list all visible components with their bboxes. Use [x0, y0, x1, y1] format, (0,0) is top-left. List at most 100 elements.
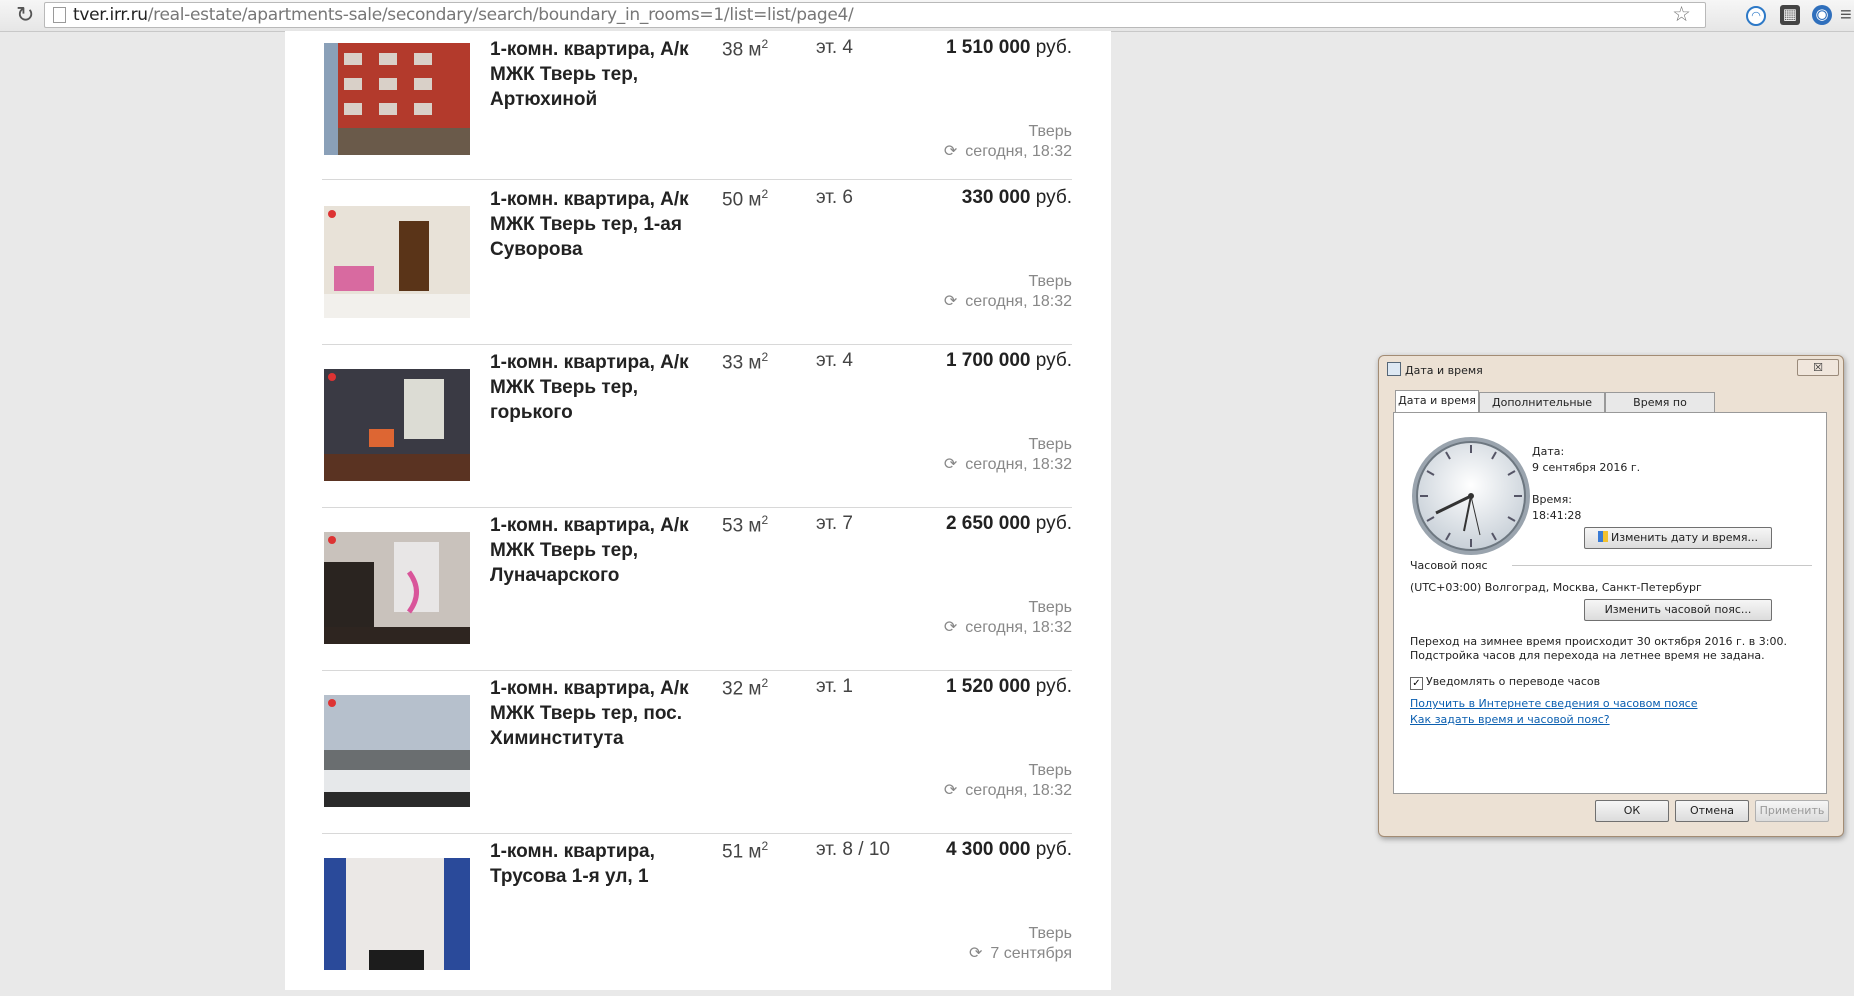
area-value: 38 м — [722, 39, 762, 61]
area-unit-sup: 2 — [761, 37, 769, 51]
area-value: 53 м — [722, 515, 762, 537]
price-value: 1 700 000 — [945, 350, 1031, 371]
extension-icon[interactable]: ◉ — [1812, 5, 1832, 25]
listing-item[interactable]: 1-комн. квартира, А/к МЖК Тверь тер, Лун… — [322, 507, 1072, 671]
change-datetime-label: Изменить дату и время... — [1611, 531, 1758, 544]
area-unit-sup: 2 — [761, 350, 769, 364]
notify-checkbox-label[interactable]: Уведомлять о переводе часов — [1426, 675, 1600, 688]
date-value: 7 сентября — [990, 945, 1072, 962]
dialog-title: Дата и время — [1387, 362, 1483, 377]
extension-icon[interactable]: ▦ — [1780, 5, 1800, 25]
listing-area: 33 м2 — [722, 350, 768, 374]
time-label: Время: — [1532, 493, 1572, 506]
tab-internet-time[interactable]: Время по Интернету — [1605, 392, 1715, 428]
refresh-icon: ⟳ — [968, 945, 983, 962]
listing-area: 38 м2 — [722, 37, 768, 61]
listing-date: ⟳ сегодня, 18:32 — [944, 617, 1072, 637]
listing-floor: эт. 4 — [816, 37, 853, 58]
reload-icon[interactable]: ↻ — [16, 3, 34, 28]
listing-area: 51 м2 — [722, 839, 768, 863]
tab-panel: Дата: 9 сентября 2016 г. Время: 18:41:28… — [1393, 412, 1827, 794]
price-value: 2 650 000 — [945, 513, 1031, 534]
listing-photo[interactable] — [324, 695, 470, 807]
listing-city: Тверь — [1028, 436, 1072, 453]
uac-shield-icon — [1598, 531, 1609, 542]
listing-floor: эт. 6 — [816, 187, 853, 208]
listing-title[interactable]: 1-комн. квартира, А/к МЖК Тверь тер, 1-а… — [490, 187, 700, 262]
browser-toolbar: ↻ tver.irr.ru/real-estate/apartments-sal… — [0, 0, 1854, 32]
listing-floor: эт. 8 / 10 — [816, 839, 890, 860]
listing-title[interactable]: 1-комн. квартира, А/к МЖК Тверь тер, пос… — [490, 676, 700, 751]
listing-item[interactable]: 1-комн. квартира, А/к МЖК Тверь тер, Арт… — [322, 31, 1072, 180]
ok-button[interactable]: ОК — [1595, 800, 1669, 822]
date-value: сегодня, 18:32 — [965, 619, 1072, 636]
url-domain: tver.irr.ru — [73, 5, 148, 25]
listing-item[interactable]: 1-комн. квартира, А/к МЖК Тверь тер, гор… — [322, 344, 1072, 508]
time-value: 18:41:28 — [1532, 509, 1582, 522]
listing-item[interactable]: 1-комн. квартира, А/к МЖК Тверь тер, пос… — [322, 670, 1072, 834]
listing-city: Тверь — [1028, 599, 1072, 616]
listing-area: 50 м2 — [722, 187, 768, 211]
cancel-button[interactable]: Отмена — [1675, 800, 1749, 822]
listing-date: ⟳ 7 сентября — [969, 943, 1072, 963]
price-currency: руб. — [1035, 513, 1072, 534]
divider — [1512, 565, 1812, 566]
date-value: 9 сентября 2016 г. — [1532, 461, 1641, 474]
listing-photo[interactable] — [324, 43, 470, 155]
datetime-dialog: Дата и время ☒ Дата и время Дополнительн… — [1378, 355, 1844, 837]
change-datetime-button[interactable]: Изменить дату и время... — [1584, 527, 1772, 549]
listing-floor: эт. 1 — [816, 676, 853, 697]
apply-button[interactable]: Применить — [1755, 800, 1829, 822]
address-bar[interactable]: tver.irr.ru/real-estate/apartments-sale/… — [44, 2, 1706, 28]
listing-photo[interactable] — [324, 206, 470, 318]
how-to-set-time-link[interactable]: Как задать время и часовой пояс? — [1410, 713, 1610, 726]
listing-photo[interactable] — [324, 532, 470, 644]
notify-checkbox[interactable]: ✓ — [1410, 677, 1423, 690]
listing-title[interactable]: 1-комн. квартира, А/к МЖК Тверь тер, гор… — [490, 350, 700, 425]
listing-city: Тверь — [1028, 762, 1072, 779]
listing-price: 2 650 000 руб. — [946, 513, 1072, 535]
listing-title[interactable]: 1-комн. квартира, А/к МЖК Тверь тер, Лун… — [490, 513, 700, 588]
area-unit-sup: 2 — [761, 513, 769, 527]
timezone-label: Часовой пояс — [1410, 559, 1488, 572]
listing-title[interactable]: 1-комн. квартира, Трусова 1-я ул, 1 — [490, 839, 700, 889]
area-value: 33 м — [722, 352, 762, 374]
change-timezone-button[interactable]: Изменить часовой пояс... — [1584, 599, 1772, 621]
price-currency: руб. — [1035, 187, 1072, 208]
price-value: 1 510 000 — [945, 37, 1031, 58]
area-unit-sup: 2 — [761, 676, 769, 690]
extension-icon[interactable]: ◠ — [1746, 6, 1766, 26]
tab-additional-clocks[interactable]: Дополнительные часы — [1479, 392, 1605, 428]
dst-info-line1: Переход на зимнее время происходит 30 ок… — [1410, 635, 1787, 648]
listing-price: 1 700 000 руб. — [946, 350, 1072, 372]
timezone-info-link[interactable]: Получить в Интернете сведения о часовом … — [1410, 697, 1698, 710]
close-button[interactable]: ☒ — [1797, 359, 1839, 376]
dialog-title-text: Дата и время — [1405, 364, 1483, 377]
listing-date: ⟳ сегодня, 18:32 — [944, 780, 1072, 800]
tab-date-time[interactable]: Дата и время — [1395, 390, 1479, 412]
listing-city: Тверь — [1028, 925, 1072, 942]
listing-title[interactable]: 1-комн. квартира, А/к МЖК Тверь тер, Арт… — [490, 37, 700, 112]
bookmark-star-icon[interactable]: ☆ — [1672, 2, 1691, 27]
listing-item[interactable]: 1-комн. квартира, А/к МЖК Тверь тер, 1-а… — [322, 181, 1072, 345]
listing-item[interactable]: 1-комн. квартира, Трусова 1-я ул, 1 51 м… — [322, 833, 1072, 996]
listing-area: 32 м2 — [722, 676, 768, 700]
refresh-icon: ⟳ — [943, 619, 958, 636]
price-value: 4 300 000 — [945, 839, 1031, 860]
date-label: Дата: — [1532, 445, 1565, 458]
listing-photo[interactable] — [324, 858, 470, 970]
listing-price: 4 300 000 руб. — [946, 839, 1072, 861]
area-unit-sup: 2 — [761, 187, 769, 201]
url-path: /real-estate/apartments-sale/secondary/s… — [147, 5, 854, 25]
listing-date: ⟳ сегодня, 18:32 — [944, 291, 1072, 311]
menu-icon[interactable]: ≡ — [1840, 4, 1852, 27]
date-value: сегодня, 18:32 — [965, 782, 1072, 799]
area-unit-sup: 2 — [761, 839, 769, 853]
analog-clock-icon — [1412, 437, 1530, 555]
area-value: 51 м — [722, 841, 762, 863]
area-value: 32 м — [722, 678, 762, 700]
url-text[interactable]: tver.irr.ru/real-estate/apartments-sale/… — [73, 5, 854, 25]
price-value: 330 000 — [961, 187, 1031, 208]
listing-photo[interactable] — [324, 369, 470, 481]
price-currency: руб. — [1035, 37, 1072, 58]
